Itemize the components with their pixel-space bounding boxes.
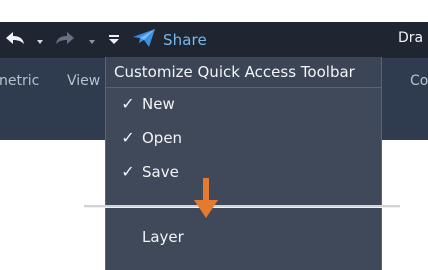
redo-button[interactable] (53, 30, 77, 50)
menu-header: Customize Quick Access Toolbar (106, 57, 381, 88)
share-button[interactable]: Share (132, 29, 207, 51)
redo-dropdown[interactable] (87, 30, 97, 50)
menu-item-label: Open (142, 129, 183, 147)
customize-qat-button[interactable] (107, 30, 121, 50)
checkmark-icon: ✓ (121, 128, 135, 147)
share-icon (132, 28, 156, 52)
checkmark-icon: ✓ (121, 94, 135, 113)
tab-collaborate[interactable]: Co (410, 73, 428, 89)
menu-item-new[interactable]: ✓ New (106, 89, 381, 119)
undo-icon (3, 30, 27, 50)
menu-item-label: New (142, 95, 175, 113)
menu-item-label: Layer (142, 228, 184, 246)
customize-qat-menu: Customize Quick Access Toolbar ✓ New ✓ O… (105, 57, 382, 270)
window-title: Dra (398, 30, 424, 46)
undo-button[interactable] (3, 30, 27, 50)
tab-parametric[interactable]: netric (0, 73, 39, 89)
share-label: Share (163, 31, 207, 49)
down-arrow-icon (193, 178, 219, 220)
undo-dropdown[interactable] (35, 30, 45, 50)
customize-qat-icon (107, 31, 121, 50)
chevron-down-icon (35, 31, 45, 50)
menu-divider (106, 87, 381, 88)
redo-icon (53, 30, 77, 50)
menu-item-label: Save (142, 163, 179, 181)
menu-item-open[interactable]: ✓ Open (106, 123, 381, 153)
menu-item-layer[interactable]: Layer (106, 222, 381, 252)
tab-view[interactable]: View (67, 73, 100, 89)
menu-item-save[interactable]: ✓ Save (106, 157, 381, 187)
break-line (84, 205, 400, 207)
checkmark-icon: ✓ (121, 162, 135, 181)
chevron-down-icon (87, 31, 97, 50)
